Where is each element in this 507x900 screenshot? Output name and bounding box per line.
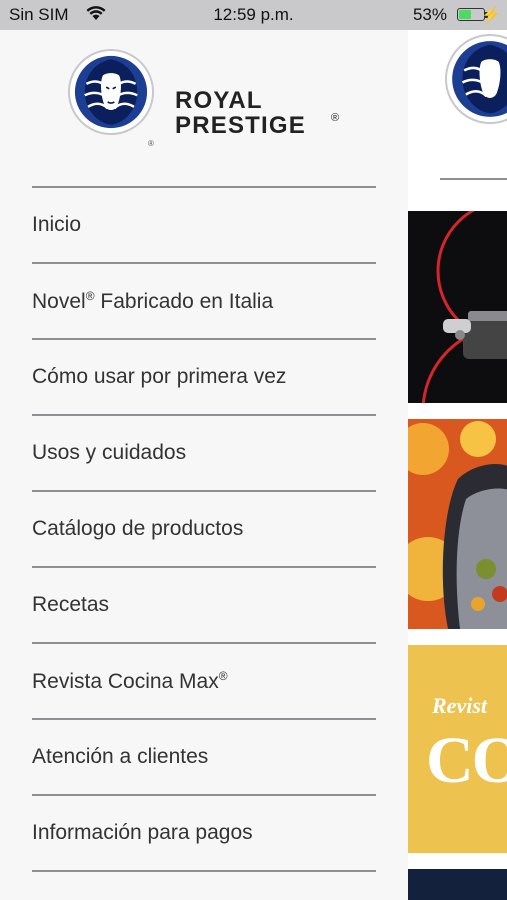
menu-item-usos-cuidados[interactable]: Usos y cuidados	[32, 416, 376, 492]
registered-mark-small: ®	[148, 139, 154, 148]
menu-item-como-usar[interactable]: Cómo usar por primera vez	[32, 340, 376, 416]
menu-item-revista[interactable]: Revista Cocina Max®	[32, 644, 376, 720]
cookware-image	[421, 211, 507, 403]
registered-mark: ®	[331, 112, 340, 124]
banner-novel[interactable]	[408, 211, 507, 403]
charging-icon: ⚡	[481, 7, 501, 24]
side-drawer: ® ROYAL PRESTIGE ® Inicio Novel® Fabrica…	[0, 30, 408, 900]
menu-item-label: Atención a clientes	[32, 745, 209, 768]
banner-revista[interactable]: Revist CO	[408, 645, 507, 853]
status-bar: Sin SIM 12:59 p.m. 53% ⚡	[0, 0, 507, 30]
menu-item-inicio[interactable]: Inicio	[32, 188, 376, 264]
menu-item-novel[interactable]: Novel® Fabricado en Italia	[32, 264, 376, 340]
menu-item-recetas[interactable]: Recetas	[32, 568, 376, 644]
menu-item-catalogo[interactable]: Catálogo de productos	[32, 492, 376, 568]
brand-name-line2: PRESTIGE	[175, 112, 306, 139]
brand-name-line1: ROYAL	[175, 87, 263, 114]
menu-item-label: Información para pagos	[32, 821, 253, 844]
revista-title-text: CO	[426, 724, 507, 797]
menu-item-label: Revista Cocina Max®	[32, 668, 228, 693]
menu-item-label: Inicio	[32, 213, 82, 236]
menu-item-label: Novel® Fabricado en Italia	[32, 288, 274, 313]
battery-percent: 53%	[412, 5, 447, 24]
brand-logo[interactable]: ® ROYAL PRESTIGE ®	[68, 49, 358, 148]
lion-emblem-icon	[68, 49, 154, 135]
menu-item-label: Catálogo de productos	[32, 517, 244, 540]
food-image	[408, 419, 507, 629]
banner-bottom[interactable]	[408, 869, 507, 900]
lion-emblem-icon	[445, 34, 507, 124]
main-content-peek[interactable]: Revist CO	[408, 30, 507, 900]
banner-recetas[interactable]	[408, 419, 507, 629]
menu-item-label: Usos y cuidados	[32, 441, 187, 464]
menu-item-label: Cómo usar por primera vez	[32, 365, 287, 388]
nav-menu: Inicio Novel® Fabricado en Italia Cómo u…	[32, 186, 376, 872]
menu-item-atencion[interactable]: Atención a clientes	[32, 720, 376, 796]
menu-item-pagos[interactable]: Información para pagos	[32, 796, 376, 872]
divider	[440, 178, 507, 180]
revista-text: Revist	[432, 693, 487, 718]
menu-item-label: Recetas	[32, 593, 110, 616]
